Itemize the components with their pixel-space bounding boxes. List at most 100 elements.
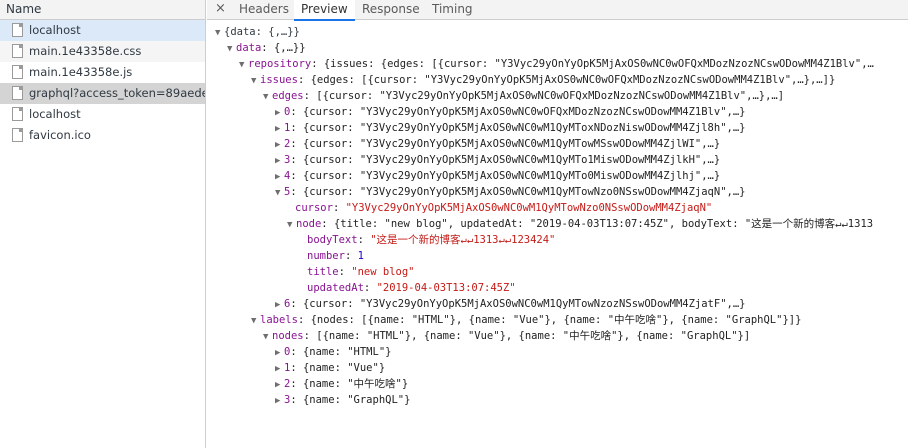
request-row[interactable]: favicon.ico	[0, 125, 205, 146]
collapsed-triangle-icon[interactable]: ▶	[275, 345, 284, 360]
tree-key: cursor	[295, 202, 333, 214]
detail-tab-bar: × Headers Preview Response Timing	[207, 0, 908, 21]
tree-string-value: "2019-04-03T13:07:45Z"	[376, 282, 516, 294]
tree-line[interactable]: ▶ 1: {name: "Vue"}	[207, 360, 908, 376]
collapsed-triangle-icon[interactable]: ▶	[275, 137, 284, 152]
tab-preview[interactable]: Preview	[294, 0, 355, 21]
tree-line: cursor: "Y3Vyc29yOnYyOpK5MjAxOS0wNC0wM1Q…	[207, 200, 908, 216]
tree-summary: :	[357, 234, 371, 246]
collapsed-triangle-icon[interactable]: ▶	[275, 297, 284, 312]
expanded-triangle-icon[interactable]: ▼	[251, 73, 260, 88]
request-name: main.1e43358e.css	[29, 44, 142, 58]
tree-summary: {data: {,…}}	[224, 26, 300, 38]
request-name: localhost	[29, 23, 81, 37]
json-preview-tree: ▼ {data: {,…}} ▼ data: {,…}} ▼ repository: {i…	[207, 24, 908, 408]
tree-summary: : {title: "new blog", updatedAt: "2019-0…	[321, 218, 874, 230]
expanded-triangle-icon[interactable]: ▼	[215, 25, 224, 40]
expanded-triangle-icon[interactable]: ▼	[251, 313, 260, 328]
tree-summary: : {cursor: "Y3Vyc29yOnYyOpK5MjAxOS0wNC0w…	[290, 186, 746, 198]
request-row[interactable]: main.1e43358e.css	[0, 41, 205, 62]
file-icon	[12, 65, 23, 79]
response-panel: × Headers Preview Response Timing ▼ {data: {…	[207, 0, 908, 448]
collapsed-triangle-icon[interactable]: ▶	[275, 393, 284, 408]
request-name: main.1e43358e.js	[29, 65, 133, 79]
tree-line[interactable]: ▶ 2: {name: "中午吃啥"}	[207, 376, 908, 392]
tab-timing[interactable]: Timing	[425, 0, 480, 20]
tree-line[interactable]: ▶ 4: {cursor: "Y3Vyc29yOnYyOpK5MjAxOS0wNC…	[207, 168, 908, 184]
tree-key: nodes	[272, 330, 304, 342]
tree-line[interactable]: ▶ 3: {name: "GraphQL"}	[207, 392, 908, 408]
tree-key: updatedAt	[307, 282, 364, 294]
tree-line[interactable]: ▼ labels: {nodes: [{name: "HTML"}, {name:…	[207, 312, 908, 328]
tree-key: title	[307, 266, 339, 278]
request-row[interactable]: main.1e43358e.js	[0, 62, 205, 83]
expanded-triangle-icon[interactable]: ▼	[287, 217, 296, 232]
tree-key: bodyText	[307, 234, 358, 246]
tree-line[interactable]: ▼ issues: {edges: [{cursor: "Y3Vyc29yOnYy…	[207, 72, 908, 88]
tree-summary: : {name: "Vue"}	[290, 362, 386, 374]
tree-summary: : {name: "HTML"}	[290, 346, 392, 358]
tree-summary: : {cursor: "Y3Vyc29yOnYyOpK5MjAxOS0wNC0w…	[290, 122, 746, 134]
request-row[interactable]: localhost	[0, 20, 205, 41]
file-icon	[12, 86, 23, 100]
request-rows: localhost main.1e43358e.css main.1e43358e.…	[0, 20, 205, 146]
tree-line: title: "new blog"	[207, 264, 908, 280]
tree-key: edges	[272, 90, 304, 102]
tree-line[interactable]: ▶ 3: {cursor: "Y3Vyc29yOnYyOpK5MjAxOS0wNC…	[207, 152, 908, 168]
tree-summary: : {cursor: "Y3Vyc29yOnYyOpK5MjAxOS0wNC0w…	[290, 138, 721, 150]
collapsed-triangle-icon[interactable]: ▶	[275, 105, 284, 120]
tree-key: issues	[260, 74, 298, 86]
collapsed-triangle-icon[interactable]: ▶	[275, 377, 284, 392]
network-request-list: Name localhost main.1e43358e.css main.1e43…	[0, 0, 206, 448]
close-icon[interactable]: ×	[215, 1, 226, 17]
tree-summary: :	[332, 202, 346, 214]
tree-line[interactable]: ▶ 6: {cursor: "Y3Vyc29yOnYyOpK5MjAxOS0wNC…	[207, 296, 908, 312]
tree-key: node	[296, 218, 322, 230]
expanded-triangle-icon[interactable]: ▼	[263, 329, 272, 344]
file-icon	[12, 107, 23, 121]
tree-key: number	[307, 250, 345, 262]
collapsed-triangle-icon[interactable]: ▶	[275, 121, 284, 136]
request-name: graphql?access_token=89aede...	[29, 86, 205, 100]
tree-line[interactable]: ▼ nodes: [{name: "HTML"}, {name: "Vue"}, …	[207, 328, 908, 344]
tree-line[interactable]: ▼ edges: [{cursor: "Y3Vyc29yOnYyOpK5MjAxO…	[207, 88, 908, 104]
tab-response[interactable]: Response	[355, 0, 427, 20]
file-icon	[12, 128, 23, 142]
tree-summary: : {name: "GraphQL"}	[290, 394, 411, 406]
tree-summary: : {,…}}	[261, 42, 306, 54]
tree-summary: : {name: "中午吃啥"}	[290, 378, 409, 390]
tree-line: bodyText: "这是一个新的博客↵↵1313↵↵123424"	[207, 232, 908, 248]
tree-string-value: "new blog"	[351, 266, 415, 278]
tree-summary: :	[363, 282, 377, 294]
tree-summary: :	[344, 250, 358, 262]
tree-line[interactable]: ▼ repository: {issues: {edges: [{cursor: …	[207, 56, 908, 72]
request-row[interactable]: graphql?access_token=89aede...	[0, 83, 205, 104]
expanded-triangle-icon[interactable]: ▼	[263, 89, 272, 104]
tree-summary: : {cursor: "Y3Vyc29yOnYyOpK5MjAxOS0wNC0w…	[290, 170, 721, 182]
expanded-triangle-icon[interactable]: ▼	[275, 185, 284, 200]
collapsed-triangle-icon[interactable]: ▶	[275, 169, 284, 184]
tree-line[interactable]: ▶ 2: {cursor: "Y3Vyc29yOnYyOpK5MjAxOS0wNC…	[207, 136, 908, 152]
tree-line[interactable]: ▼ data: {,…}}	[207, 40, 908, 56]
tree-summary: : {nodes: [{name: "HTML"}, {name: "Vue"}…	[297, 314, 802, 326]
tree-line[interactable]: ▼ 5: {cursor: "Y3Vyc29yOnYyOpK5MjAxOS0wNC…	[207, 184, 908, 200]
tree-line: updatedAt: "2019-04-03T13:07:45Z"	[207, 280, 908, 296]
tree-line[interactable]: ▶ 1: {cursor: "Y3Vyc29yOnYyOpK5MjAxOS0wNC…	[207, 120, 908, 136]
expanded-triangle-icon[interactable]: ▼	[239, 57, 248, 72]
request-row[interactable]: localhost	[0, 104, 205, 125]
tree-line[interactable]: ▼ {data: {,…}}	[207, 24, 908, 40]
tree-line: number: 1	[207, 248, 908, 264]
tree-line[interactable]: ▶ 0: {name: "HTML"}	[207, 344, 908, 360]
tab-headers[interactable]: Headers	[232, 0, 296, 20]
name-column-header[interactable]: Name	[0, 0, 205, 20]
tree-summary: : {cursor: "Y3Vyc29yOnYyOpK5MjAxOS0wNC0w…	[290, 106, 746, 118]
collapsed-triangle-icon[interactable]: ▶	[275, 153, 284, 168]
tree-line[interactable]: ▼ node: {title: "new blog", updatedAt: "2…	[207, 216, 908, 232]
expanded-triangle-icon[interactable]: ▼	[227, 41, 236, 56]
tree-string-value: "这是一个新的博客↵↵1313↵↵123424"	[370, 234, 556, 246]
tree-line[interactable]: ▶ 0: {cursor: "Y3Vyc29yOnYyOpK5MjAxOS0wNC…	[207, 104, 908, 120]
collapsed-triangle-icon[interactable]: ▶	[275, 361, 284, 376]
tree-summary: : {cursor: "Y3Vyc29yOnYyOpK5MjAxOS0wNC0w…	[290, 298, 746, 310]
tree-key: data	[236, 42, 262, 54]
tree-summary: : {edges: [{cursor: "Y3Vyc29yOnYyOpK5MjA…	[297, 74, 836, 86]
